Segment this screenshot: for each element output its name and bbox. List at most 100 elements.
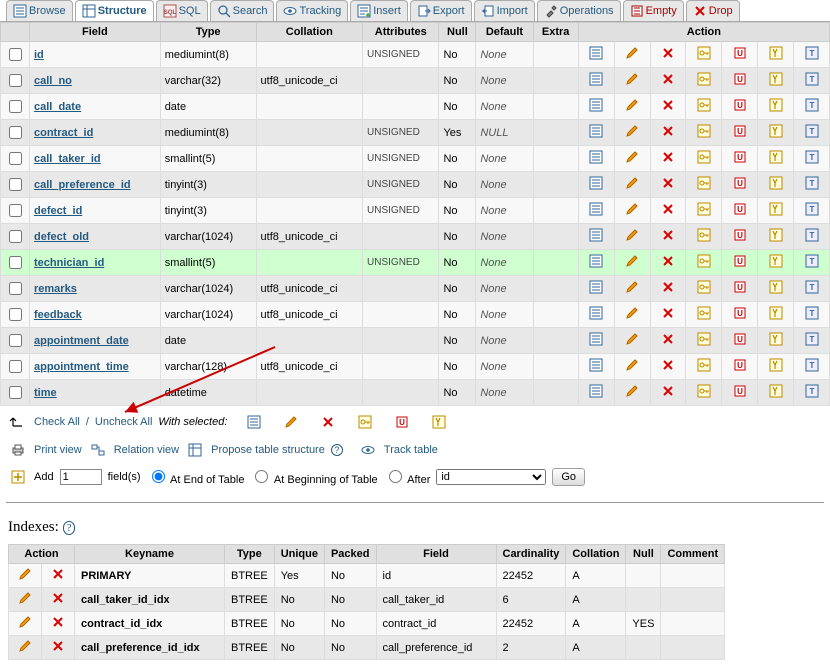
index-edit-icon[interactable] bbox=[18, 639, 32, 653]
row-browse-icon[interactable] bbox=[589, 306, 603, 320]
row-fulltext-icon[interactable]: T bbox=[805, 46, 819, 60]
row-index-icon[interactable] bbox=[769, 306, 783, 320]
row-index-icon[interactable] bbox=[769, 46, 783, 60]
row-edit-icon[interactable] bbox=[625, 280, 639, 294]
index-drop-icon[interactable] bbox=[51, 615, 65, 629]
row-drop-icon[interactable] bbox=[661, 384, 675, 398]
row-drop-icon[interactable] bbox=[661, 358, 675, 372]
row-edit-icon[interactable] bbox=[625, 306, 639, 320]
row-primary-icon[interactable] bbox=[697, 358, 711, 372]
field-name-link[interactable]: feedback bbox=[34, 309, 82, 321]
row-browse-icon[interactable] bbox=[589, 124, 603, 138]
tab-structure[interactable]: Structure bbox=[75, 0, 154, 21]
row-checkbox[interactable] bbox=[9, 230, 22, 243]
row-browse-icon[interactable] bbox=[589, 384, 603, 398]
row-browse-icon[interactable] bbox=[589, 280, 603, 294]
field-name-link[interactable]: defect_old bbox=[34, 231, 89, 243]
radio-at-begin[interactable] bbox=[255, 470, 268, 483]
row-browse-icon[interactable] bbox=[589, 332, 603, 346]
row-edit-icon[interactable] bbox=[625, 72, 639, 86]
row-primary-icon[interactable] bbox=[697, 124, 711, 138]
row-browse-icon[interactable] bbox=[589, 202, 603, 216]
field-name-link[interactable]: appointment_time bbox=[34, 361, 129, 373]
field-name-link[interactable]: time bbox=[34, 387, 57, 399]
row-checkbox[interactable] bbox=[9, 256, 22, 269]
row-primary-icon[interactable] bbox=[697, 332, 711, 346]
radio-at-end[interactable] bbox=[152, 470, 165, 483]
bulk-unique-icon[interactable]: U bbox=[395, 415, 409, 429]
row-index-icon[interactable] bbox=[769, 358, 783, 372]
row-checkbox[interactable] bbox=[9, 74, 22, 87]
tab-sql[interactable]: SQLSQL bbox=[156, 0, 208, 21]
row-checkbox[interactable] bbox=[9, 360, 22, 373]
row-unique-icon[interactable]: U bbox=[733, 176, 747, 190]
row-fulltext-icon[interactable]: T bbox=[805, 280, 819, 294]
row-checkbox[interactable] bbox=[9, 386, 22, 399]
field-name-link[interactable]: call_preference_id bbox=[34, 179, 131, 191]
index-drop-icon[interactable] bbox=[51, 567, 65, 581]
row-fulltext-icon[interactable]: T bbox=[805, 176, 819, 190]
field-name-link[interactable]: call_taker_id bbox=[34, 153, 101, 165]
index-drop-icon[interactable] bbox=[51, 639, 65, 653]
row-checkbox[interactable] bbox=[9, 282, 22, 295]
row-drop-icon[interactable] bbox=[661, 176, 675, 190]
row-primary-icon[interactable] bbox=[697, 280, 711, 294]
row-primary-icon[interactable] bbox=[697, 150, 711, 164]
row-fulltext-icon[interactable]: T bbox=[805, 384, 819, 398]
tab-insert[interactable]: Insert bbox=[350, 0, 408, 21]
row-drop-icon[interactable] bbox=[661, 202, 675, 216]
row-unique-icon[interactable]: U bbox=[733, 280, 747, 294]
row-fulltext-icon[interactable]: T bbox=[805, 358, 819, 372]
row-fulltext-icon[interactable]: T bbox=[805, 228, 819, 242]
field-name-link[interactable]: remarks bbox=[34, 283, 77, 295]
row-unique-icon[interactable]: U bbox=[733, 358, 747, 372]
bulk-browse-icon[interactable] bbox=[247, 415, 261, 429]
row-drop-icon[interactable] bbox=[661, 332, 675, 346]
field-name-link[interactable]: appointment_date bbox=[34, 335, 129, 347]
row-checkbox[interactable] bbox=[9, 126, 22, 139]
row-checkbox[interactable] bbox=[9, 152, 22, 165]
field-name-link[interactable]: id bbox=[34, 49, 44, 61]
row-browse-icon[interactable] bbox=[589, 228, 603, 242]
row-unique-icon[interactable]: U bbox=[733, 254, 747, 268]
relation-view-link[interactable]: Relation view bbox=[114, 444, 179, 456]
row-drop-icon[interactable] bbox=[661, 72, 675, 86]
tab-empty[interactable]: Empty bbox=[623, 0, 684, 21]
row-checkbox[interactable] bbox=[9, 334, 22, 347]
row-primary-icon[interactable] bbox=[697, 384, 711, 398]
row-fulltext-icon[interactable]: T bbox=[805, 98, 819, 112]
propose-structure-link[interactable]: Propose table structure bbox=[211, 444, 325, 456]
index-edit-icon[interactable] bbox=[18, 615, 32, 629]
row-browse-icon[interactable] bbox=[589, 72, 603, 86]
row-fulltext-icon[interactable]: T bbox=[805, 124, 819, 138]
row-unique-icon[interactable]: U bbox=[733, 150, 747, 164]
field-name-link[interactable]: call_no bbox=[34, 75, 72, 87]
index-edit-icon[interactable] bbox=[18, 591, 32, 605]
field-name-link[interactable]: technician_id bbox=[34, 257, 104, 269]
row-unique-icon[interactable]: U bbox=[733, 228, 747, 242]
tab-operations[interactable]: Operations bbox=[537, 0, 621, 21]
row-drop-icon[interactable] bbox=[661, 98, 675, 112]
row-drop-icon[interactable] bbox=[661, 280, 675, 294]
row-primary-icon[interactable] bbox=[697, 98, 711, 112]
row-browse-icon[interactable] bbox=[589, 46, 603, 60]
row-browse-icon[interactable] bbox=[589, 98, 603, 112]
row-index-icon[interactable] bbox=[769, 384, 783, 398]
row-checkbox[interactable] bbox=[9, 100, 22, 113]
bulk-index-icon[interactable] bbox=[432, 415, 446, 429]
tab-browse[interactable]: Browse bbox=[6, 0, 73, 21]
row-browse-icon[interactable] bbox=[589, 358, 603, 372]
row-drop-icon[interactable] bbox=[661, 46, 675, 60]
row-index-icon[interactable] bbox=[769, 280, 783, 294]
row-index-icon[interactable] bbox=[769, 254, 783, 268]
uncheck-all-link[interactable]: Uncheck All bbox=[95, 416, 152, 428]
row-index-icon[interactable] bbox=[769, 332, 783, 346]
row-index-icon[interactable] bbox=[769, 228, 783, 242]
row-index-icon[interactable] bbox=[769, 124, 783, 138]
row-drop-icon[interactable] bbox=[661, 254, 675, 268]
row-index-icon[interactable] bbox=[769, 72, 783, 86]
row-primary-icon[interactable] bbox=[697, 72, 711, 86]
row-fulltext-icon[interactable]: T bbox=[805, 306, 819, 320]
row-checkbox[interactable] bbox=[9, 178, 22, 191]
check-all-link[interactable]: Check All bbox=[34, 416, 80, 428]
